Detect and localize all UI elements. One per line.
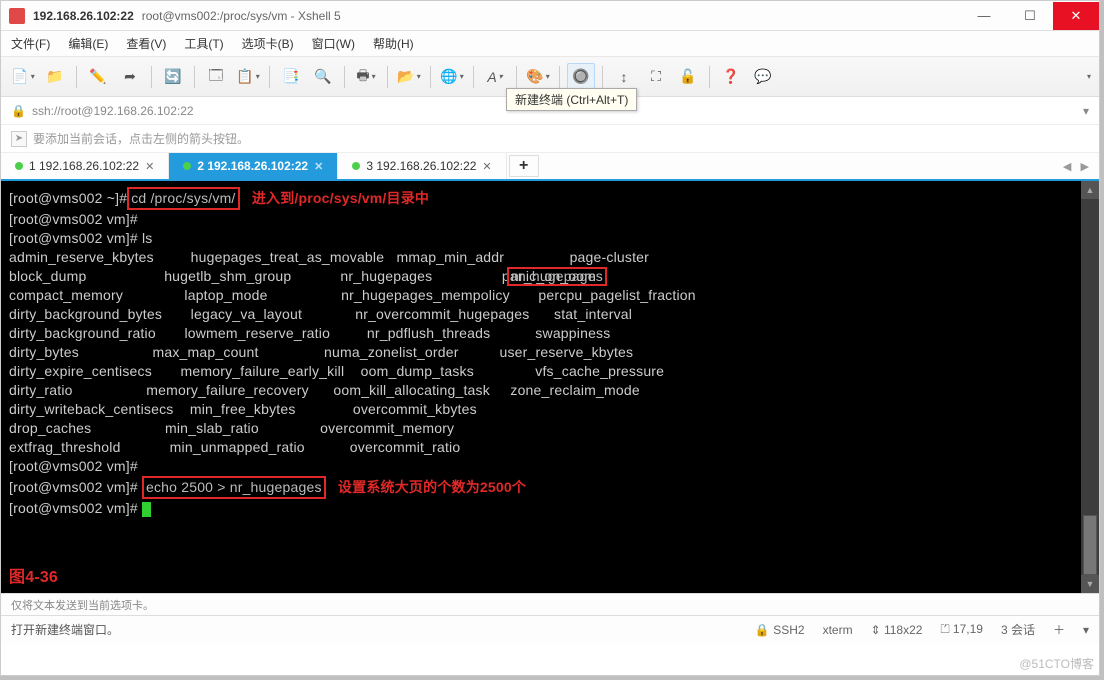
toolbar: 📄▾ 📁 ✏️ ➦ 🔄 🗔 📋▾ 📑 🔍 🖶▾ 📂▾ 🌐▾ A▾ 🎨▾ 🔘 ↕ … bbox=[1, 57, 1099, 97]
close-button[interactable]: ✕ bbox=[1053, 2, 1099, 30]
new-tab-button[interactable]: + bbox=[509, 155, 539, 177]
help-icon[interactable]: ❓ bbox=[717, 63, 745, 91]
app-icon bbox=[9, 8, 25, 24]
toolbar-overflow[interactable]: ▾ bbox=[1087, 72, 1091, 81]
status-dot-icon bbox=[183, 162, 191, 170]
statusbar: 打开新建终端窗口。 🔒 SSH2 xterm ⇕ 118x22 ⏍ 17,19 … bbox=[1, 615, 1099, 643]
status-term: xterm bbox=[823, 623, 853, 637]
hint-text: 要添加当前会话，点击左侧的箭头按钮。 bbox=[33, 130, 249, 147]
address-url[interactable]: ssh://root@192.168.26.102:22 bbox=[32, 104, 194, 118]
menu-file[interactable]: 文件(F) bbox=[11, 35, 50, 52]
properties-icon[interactable]: 🗔 bbox=[202, 63, 230, 91]
app-window: 192.168.26.102:22 root@vms002:/proc/sys/… bbox=[0, 0, 1100, 676]
status-dot-icon bbox=[15, 162, 23, 170]
scroll-up-icon[interactable]: ▲ bbox=[1081, 181, 1099, 199]
tooltip: 新建终端 (Ctrl+Alt+T) bbox=[506, 88, 637, 111]
status-ssh: SSH2 bbox=[773, 623, 804, 637]
tab-nav[interactable]: ◀ ▶ bbox=[1053, 153, 1099, 179]
terminal-line: [root@vms002 vm]# bbox=[9, 210, 1091, 229]
boxed-command-echo: echo 2500 > nr_hugepages bbox=[142, 476, 326, 499]
hint-bar: ➤ 要添加当前会话，点击左侧的箭头按钮。 bbox=[1, 125, 1099, 153]
reconnect-icon[interactable]: 🔄 bbox=[159, 63, 187, 91]
menu-tabs[interactable]: 选项卡(B) bbox=[242, 35, 294, 52]
terminal-scrollbar[interactable]: ▲ ▼ bbox=[1081, 181, 1099, 593]
globe-icon[interactable]: 🌐▾ bbox=[438, 63, 466, 91]
tab-close-icon[interactable]: ✕ bbox=[145, 160, 154, 173]
status-size: 118x22 bbox=[884, 623, 922, 637]
connect-icon[interactable]: ✏️ bbox=[84, 63, 112, 91]
maximize-button[interactable]: ☐ bbox=[1007, 2, 1053, 30]
tab-close-icon[interactable]: ✕ bbox=[482, 160, 491, 173]
status-menu-icon[interactable]: ▾ bbox=[1083, 623, 1089, 637]
menu-help[interactable]: 帮助(H) bbox=[373, 35, 414, 52]
figure-label: 图4-36 bbox=[9, 568, 58, 587]
status-add-icon[interactable]: ＋ bbox=[1053, 621, 1065, 638]
annotation-2: 设置系统大页的个数为2500个 bbox=[338, 479, 526, 495]
tab-label: 3 192.168.26.102:22 bbox=[366, 159, 476, 173]
disconnect-icon[interactable]: ➦ bbox=[116, 63, 144, 91]
status-dot-icon bbox=[352, 162, 360, 170]
status-left: 打开新建终端窗口。 bbox=[11, 621, 119, 638]
titlebar: 192.168.26.102:22 root@vms002:/proc/sys/… bbox=[1, 1, 1099, 31]
menu-view[interactable]: 查看(V) bbox=[126, 35, 166, 52]
session-tab-2[interactable]: 2 192.168.26.102:22 ✕ bbox=[169, 153, 338, 179]
boxed-command-cd: cd /proc/sys/vm/ bbox=[127, 187, 239, 210]
session-tab-1[interactable]: 1 192.168.26.102:22 ✕ bbox=[1, 153, 169, 179]
window-host: 192.168.26.102:22 bbox=[33, 9, 134, 23]
address-add-icon[interactable]: ▾ bbox=[1083, 104, 1089, 118]
scroll-thumb[interactable] bbox=[1083, 515, 1097, 575]
open-session-icon[interactable]: 📁 bbox=[41, 63, 69, 91]
prompt: [root@vms002 vm]# bbox=[9, 479, 138, 495]
find-icon[interactable]: 🔍 bbox=[309, 63, 337, 91]
font-icon[interactable]: A▾ bbox=[481, 63, 509, 91]
paste-icon[interactable]: 📑 bbox=[277, 63, 305, 91]
folder-icon[interactable]: 📂▾ bbox=[395, 63, 423, 91]
boxed-nr-hugepages: nr_hugepages bbox=[507, 267, 607, 286]
status-pos: 17,19 bbox=[953, 622, 983, 636]
send-mode-status: 仅将文本发送到当前选项卡。 bbox=[1, 593, 1099, 615]
cursor bbox=[142, 502, 151, 517]
lock-icon[interactable]: 🔓 bbox=[674, 63, 702, 91]
print-icon[interactable]: 🖶▾ bbox=[352, 63, 380, 91]
menu-tools[interactable]: 工具(T) bbox=[184, 35, 223, 52]
session-tab-3[interactable]: 3 192.168.26.102:22 ✕ bbox=[338, 153, 506, 179]
terminal-line: [root@vms002 vm]# ls bbox=[9, 229, 1091, 248]
annotation-1: 进入到/proc/sys/vm/目录中 bbox=[252, 190, 429, 206]
tab-label: 2 192.168.26.102:22 bbox=[197, 159, 308, 173]
prompt: [root@vms002 vm]# bbox=[9, 500, 142, 516]
window-path: root@vms002:/proc/sys/vm - Xshell 5 bbox=[142, 9, 341, 23]
prompt: [root@vms002 ~]# bbox=[9, 190, 127, 206]
tabstrip: 1 192.168.26.102:22 ✕ 2 192.168.26.102:2… bbox=[1, 153, 1099, 181]
watermark: @51CTO博客 bbox=[1019, 655, 1094, 672]
copy-icon[interactable]: 📋▾ bbox=[234, 63, 262, 91]
scroll-down-icon[interactable]: ▼ bbox=[1081, 575, 1099, 593]
terminal-icon[interactable]: 🔘 bbox=[567, 63, 595, 91]
menu-window[interactable]: 窗口(W) bbox=[312, 35, 355, 52]
minimize-button[interactable]: — bbox=[961, 2, 1007, 30]
transfer-icon[interactable]: ↕ bbox=[610, 63, 638, 91]
menu-edit[interactable]: 编辑(E) bbox=[68, 35, 108, 52]
fullscreen-icon[interactable]: ⛶ bbox=[642, 63, 670, 91]
color-icon[interactable]: 🎨▾ bbox=[524, 63, 552, 91]
tab-close-icon[interactable]: ✕ bbox=[314, 160, 323, 173]
hint-arrow-icon[interactable]: ➤ bbox=[11, 131, 27, 147]
terminal-line: [root@vms002 vm]# bbox=[9, 457, 1091, 476]
menubar: 文件(F) 编辑(E) 查看(V) 工具(T) 选项卡(B) 窗口(W) 帮助(… bbox=[1, 31, 1099, 57]
chat-icon[interactable]: 💬 bbox=[749, 63, 777, 91]
terminal[interactable]: [root@vms002 ~]# cd /proc/sys/vm/ 进入到/pr… bbox=[1, 181, 1099, 593]
lock-small-icon: 🔒 bbox=[11, 104, 26, 118]
status-sessions: 3 会话 bbox=[1001, 621, 1035, 638]
new-session-icon[interactable]: 📄▾ bbox=[9, 63, 37, 91]
tab-label: 1 192.168.26.102:22 bbox=[29, 159, 139, 173]
